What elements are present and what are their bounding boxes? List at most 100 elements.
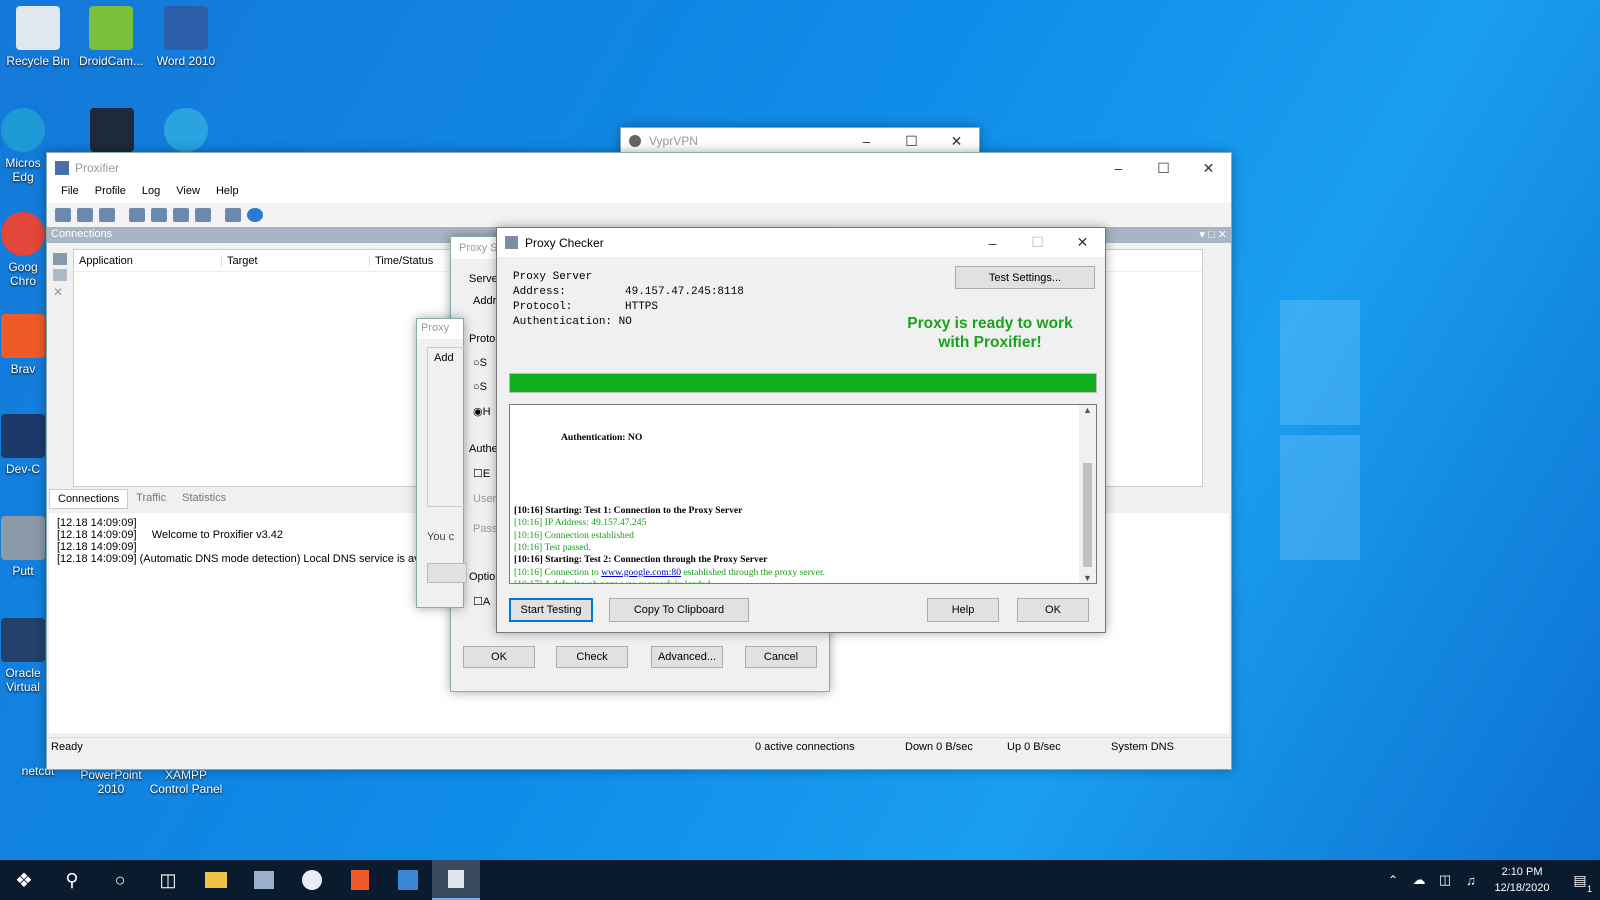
menu-log[interactable]: Log <box>134 183 168 203</box>
desktop-icon-telegram[interactable] <box>164 108 208 156</box>
menu-profile[interactable]: Profile <box>87 183 134 203</box>
log-scrollbar[interactable]: ▲ ▼ <box>1079 405 1096 583</box>
status-down: Down 0 B/sec <box>905 741 973 753</box>
clock[interactable]: 2:10 PM 12/18/2020 <box>1484 864 1560 896</box>
test-log-line: [10:16] Test passed. <box>514 541 591 553</box>
tab-statistics[interactable]: Statistics <box>174 489 234 509</box>
close-connection-icon[interactable]: ✕ <box>53 285 67 299</box>
network-app-taskbar-icon[interactable] <box>384 860 432 900</box>
expand-icon[interactable] <box>53 269 67 281</box>
password-label: Pass <box>473 523 498 535</box>
status-connections: 0 active connections <box>755 741 855 753</box>
test-log: Authentication: NO [10:16] Starting: Tes… <box>509 404 1097 584</box>
copy-to-clipboard-button[interactable]: Copy To Clipboard <box>609 598 749 622</box>
taskbar-app-icon[interactable] <box>240 860 288 900</box>
column-target[interactable]: Target <box>222 254 370 267</box>
desktop-icon-chrome[interactable]: Goog Chro <box>0 212 46 288</box>
menu-file[interactable]: File <box>53 183 87 203</box>
brave-taskbar-icon[interactable] <box>336 860 384 900</box>
vyprvpn-taskbar-icon[interactable] <box>288 860 336 900</box>
panel-controls[interactable]: ▾ □ ✕ <box>1200 228 1228 242</box>
test-settings-button[interactable]: Test Settings... <box>955 266 1095 289</box>
desktop-icon-word[interactable]: Word 2010 <box>148 6 224 68</box>
chrome-icon <box>1 212 45 256</box>
ok-button[interactable]: OK <box>1017 598 1089 622</box>
minimize-button[interactable]: – <box>970 235 1015 251</box>
chevron-up-icon[interactable]: ⌃ <box>1380 860 1406 900</box>
radio-protocol-1[interactable]: ○S <box>473 357 487 369</box>
cancel-button[interactable]: Cancel <box>745 646 817 668</box>
tab-traffic[interactable]: Traffic <box>128 489 174 509</box>
scroll-up-icon[interactable]: ▲ <box>1079 405 1096 415</box>
name-resolution-icon[interactable] <box>99 208 115 222</box>
proxy-sub-dialog[interactable]: Proxy Add You c <box>416 318 467 608</box>
sub-dialog-group: Add <box>427 347 467 507</box>
menu-view[interactable]: View <box>168 183 208 203</box>
cortana-icon[interactable]: ○ <box>96 860 144 900</box>
minimize-button[interactable]: – <box>844 133 889 149</box>
desktop-icon-putty[interactable]: Putt <box>0 516 46 578</box>
desktop-icon-devcpp[interactable]: Dev-C <box>0 414 46 476</box>
address-label: Addr <box>473 295 497 307</box>
print-icon[interactable] <box>225 208 241 222</box>
desktop-icon-recycle-bin[interactable]: Recycle Bin <box>0 6 76 68</box>
proxy-servers-icon[interactable] <box>55 208 71 222</box>
minimize-button[interactable]: – <box>1096 160 1141 176</box>
proxifier-taskbar-icon[interactable] <box>432 860 480 900</box>
open-profile-icon[interactable] <box>151 208 167 222</box>
column-application[interactable]: Application <box>74 254 222 267</box>
volume-icon[interactable]: ♫ <box>1458 860 1484 900</box>
maximize-button[interactable]: ☐ <box>1015 234 1060 251</box>
start-button[interactable]: ❖ <box>0 860 48 900</box>
test-log-line: [10:16] Connection to www.google.com:80 … <box>514 566 825 578</box>
recycle-bin-icon <box>16 6 60 50</box>
sub-dialog-button[interactable] <box>427 563 467 583</box>
proxy-checker-title: Proxy Checker <box>525 235 604 250</box>
maximize-button[interactable]: ☐ <box>889 133 934 150</box>
tab-connections[interactable]: Connections <box>49 489 129 509</box>
scroll-thumb[interactable] <box>1083 463 1092 567</box>
task-view-icon[interactable]: ◫ <box>144 860 192 900</box>
advanced-button[interactable]: Advanced... <box>651 646 723 668</box>
desktop-icon-xampp[interactable]: XAMPP Control Panel <box>148 768 224 796</box>
desktop-icon-powerpoint[interactable]: PowerPoint 2010 <box>73 768 149 796</box>
desktop-icon-droidcam[interactable]: DroidCam... <box>73 6 149 68</box>
save-profile-icon[interactable] <box>173 208 189 222</box>
help-icon[interactable] <box>247 208 263 222</box>
close-button[interactable]: ✕ <box>1186 160 1231 177</box>
notification-count: 1 <box>1586 884 1592 894</box>
desktop-icon-brave[interactable]: Brav <box>0 314 46 376</box>
radio-protocol-2[interactable]: ○S <box>473 381 487 393</box>
radio-protocol-https[interactable]: ◉H <box>473 405 491 418</box>
profile-settings-icon[interactable] <box>195 208 211 222</box>
proxification-rules-icon[interactable] <box>77 208 93 222</box>
putty-icon <box>1 516 45 560</box>
desktop-icon-virtualbox[interactable]: Oracle Virtual <box>0 618 46 694</box>
list-icon[interactable] <box>53 253 67 265</box>
enable-auth-checkbox[interactable]: ☐E <box>473 467 490 480</box>
options-checkbox[interactable]: ☐A <box>473 595 490 608</box>
new-profile-icon[interactable] <box>129 208 145 222</box>
test-log-line: [10:17] A default web page was successfu… <box>514 579 825 583</box>
cloud-icon[interactable]: ☁ <box>1406 860 1432 900</box>
notification-icon[interactable]: ▤ 1 <box>1560 860 1600 900</box>
search-icon[interactable]: ⚲ <box>48 860 96 900</box>
start-testing-button[interactable]: Start Testing <box>509 598 593 622</box>
file-explorer-icon[interactable] <box>192 860 240 900</box>
maximize-button[interactable]: ☐ <box>1141 160 1186 177</box>
desktop-icon-editor[interactable] <box>90 108 134 156</box>
help-button[interactable]: Help <box>927 598 999 622</box>
test-log-link[interactable]: www.google.com:80 <box>601 567 681 578</box>
brave-icon <box>1 314 45 358</box>
check-button[interactable]: Check <box>556 646 628 668</box>
scroll-down-icon[interactable]: ▼ <box>1079 573 1096 583</box>
network-icon[interactable]: ◫ <box>1432 860 1458 900</box>
ok-button[interactable]: OK <box>463 646 535 668</box>
desktop-icon-edge[interactable]: Micros Edg <box>0 108 46 184</box>
menu-help[interactable]: Help <box>208 183 247 203</box>
close-button[interactable]: ✕ <box>934 133 979 150</box>
test-log-text: Authentication: NO [10:16] Starting: Tes… <box>514 407 825 583</box>
test-log-line: [10:16] IP Address: 49.157.47.245 <box>514 517 647 529</box>
proxy-checker-dialog[interactable]: Proxy Checker – ☐ ✕ Proxy Server Address… <box>496 227 1106 633</box>
close-button[interactable]: ✕ <box>1060 234 1105 251</box>
